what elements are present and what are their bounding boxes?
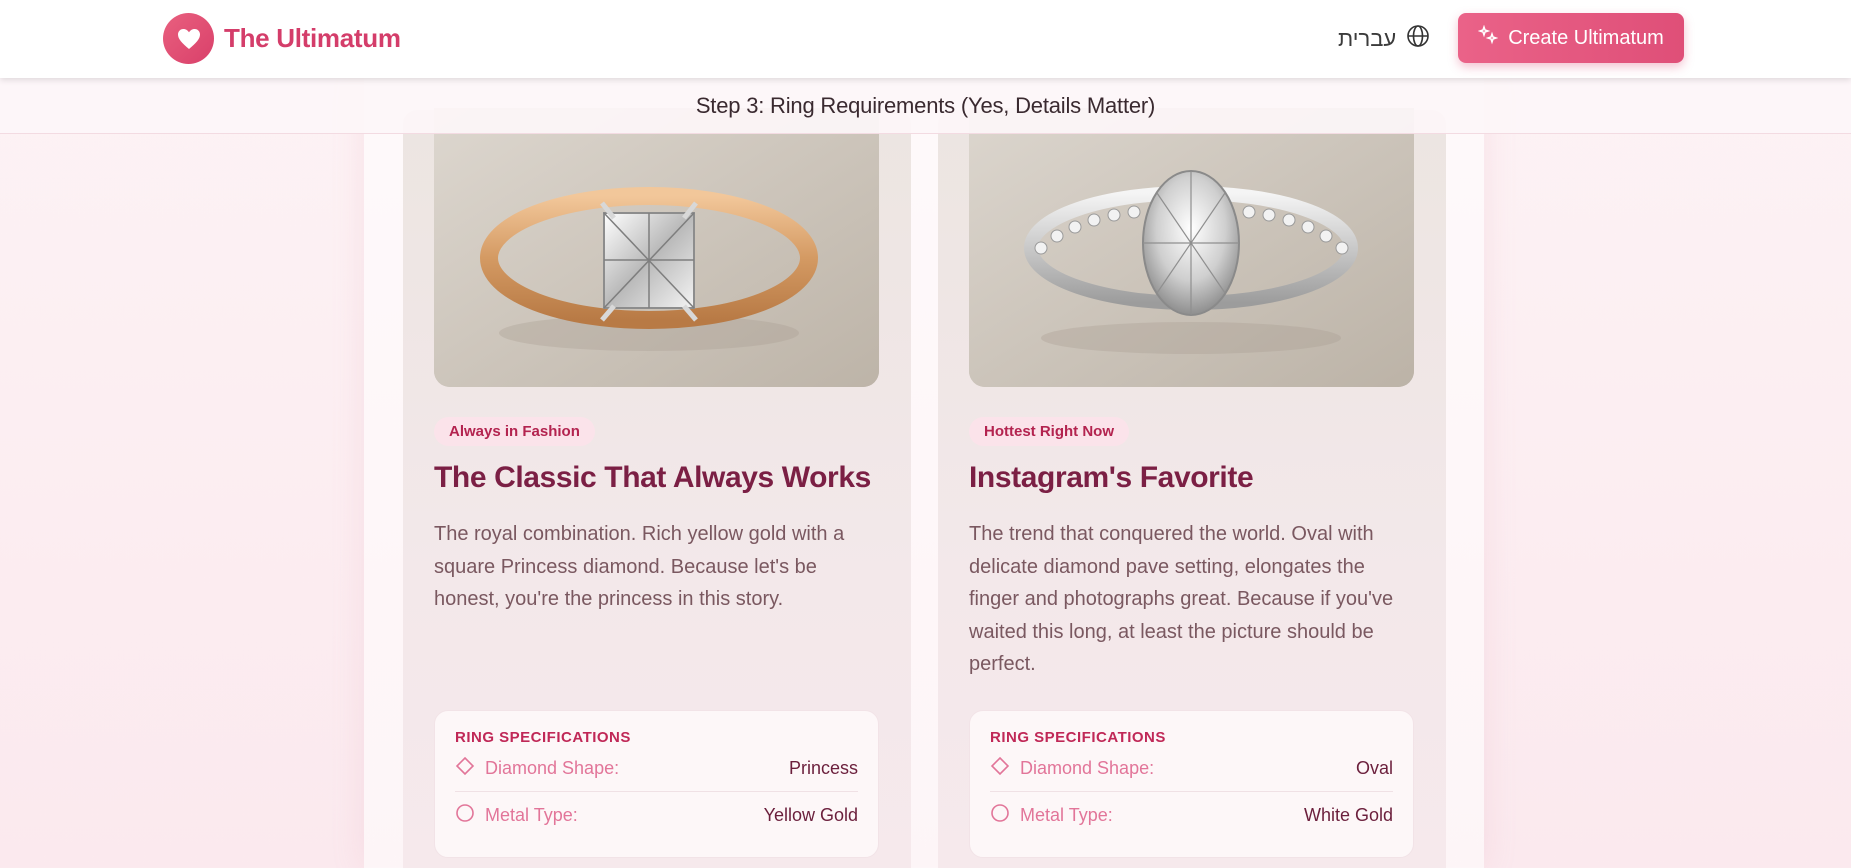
specs-title: RING SPECIFICATIONS bbox=[455, 729, 631, 746]
card-description: The trend that conquered the world. Oval… bbox=[969, 523, 1394, 675]
spec-label: Diamond Shape: bbox=[455, 756, 619, 781]
card-description: The royal combination. Rich yellow gold … bbox=[434, 523, 845, 610]
ring-image bbox=[434, 108, 879, 387]
card-title: Instagram's Favorite bbox=[969, 461, 1254, 494]
language-switcher[interactable]: עברית bbox=[1338, 24, 1430, 53]
spec-row-diamond-shape: Diamond Shape: Oval bbox=[990, 746, 1393, 792]
spec-value: Yellow Gold bbox=[763, 804, 858, 825]
spec-label: Metal Type: bbox=[455, 803, 578, 828]
top-header: The Ultimatum עברית Create Ultimatum bbox=[0, 0, 1851, 78]
heart-icon bbox=[163, 13, 214, 64]
globe-icon bbox=[1406, 24, 1430, 53]
spec-value: Princess bbox=[788, 758, 858, 778]
ring-specifications: RING SPECIFICATIONS Diamond Shape: Princ… bbox=[434, 710, 879, 858]
spec-label: Metal Type: bbox=[990, 803, 1113, 828]
ring-image bbox=[969, 108, 1414, 387]
create-ultimatum-button[interactable]: Create Ultimatum bbox=[1458, 13, 1684, 63]
step-title: Step 3: Ring Requirements (Yes, Details … bbox=[695, 92, 1156, 118]
circle-icon bbox=[990, 803, 1010, 828]
spec-value: Oval bbox=[1355, 758, 1393, 778]
status-badge: Hottest Right Now bbox=[969, 417, 1129, 446]
ring-option-card[interactable]: Hottest Right Now Instagram's Favorite T… bbox=[938, 108, 1446, 868]
spec-value: White Gold bbox=[1303, 804, 1393, 825]
brand-name: The Ultimatum bbox=[224, 23, 401, 53]
ring-specifications: RING SPECIFICATIONS Diamond Shape: Oval … bbox=[969, 710, 1414, 858]
spec-label: Diamond Shape: bbox=[990, 756, 1154, 781]
card-title: The Classic That Always Works bbox=[434, 461, 871, 494]
spec-row-diamond-shape: Diamond Shape: Princess bbox=[455, 746, 858, 792]
status-badge: Always in Fashion bbox=[434, 417, 595, 446]
brand-logo[interactable]: The Ultimatum bbox=[163, 13, 401, 64]
circle-icon bbox=[455, 803, 475, 828]
spec-label-text: Metal Type: bbox=[485, 804, 578, 825]
spec-row-metal-type: Metal Type: Yellow Gold bbox=[455, 792, 858, 838]
sparkles-icon bbox=[1477, 24, 1499, 51]
step-banner: Step 3: Ring Requirements (Yes, Details … bbox=[0, 78, 1851, 134]
diamond-icon bbox=[455, 756, 475, 781]
spec-label-text: Diamond Shape: bbox=[1020, 758, 1155, 778]
diamond-icon bbox=[990, 756, 1010, 781]
spec-row-metal-type: Metal Type: White Gold bbox=[990, 792, 1393, 838]
language-label: עברית bbox=[1338, 25, 1397, 51]
ring-option-card[interactable]: Always in Fashion The Classic That Alway… bbox=[403, 108, 911, 868]
specs-title: RING SPECIFICATIONS bbox=[990, 729, 1166, 746]
spec-label-text: Diamond Shape: bbox=[485, 758, 620, 778]
spec-label-text: Metal Type: bbox=[1020, 804, 1113, 825]
create-ultimatum-label: Create Ultimatum bbox=[1508, 26, 1664, 49]
